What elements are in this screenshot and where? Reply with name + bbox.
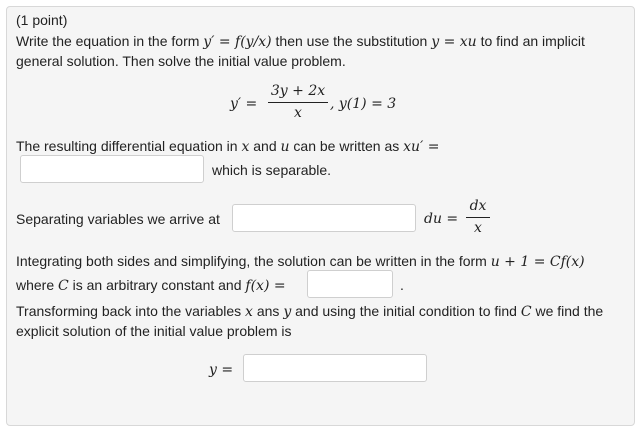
resulting-line: The resulting differential equation in x… [16, 137, 439, 156]
resulting-text: The resulting differential equation in [16, 138, 238, 154]
integrating-text: Integrating both sides and simplifying, … [16, 253, 487, 269]
instruction-part-b: then use the substitution [275, 33, 428, 49]
instruction-part-c: to find an implicit [480, 33, 585, 49]
resulting-equation-input[interactable] [20, 155, 204, 183]
y-label: y = [209, 362, 234, 378]
dx-fraction: dx x [466, 198, 490, 236]
where-b: is an arbitrary constant and [72, 277, 242, 293]
dx-numerator: dx [469, 198, 487, 214]
where-a: where [16, 277, 55, 293]
separating-input[interactable] [232, 204, 416, 232]
resulting-tail: can be written as [293, 138, 400, 154]
instruction-form-expr: y′ = f(y/x) [203, 34, 272, 50]
final-y-input[interactable] [243, 354, 427, 382]
equation-lhs: y′ = [230, 96, 258, 112]
dx-fraction-bar [466, 217, 490, 218]
instruction-part-a: Write the equation in the form [16, 33, 200, 49]
where-line: where C is an arbitrary constant and f(x… [16, 276, 286, 295]
period: . [400, 277, 404, 293]
fraction-bar [268, 102, 328, 103]
where-fx: f(x) = [245, 278, 286, 294]
equation-fraction: 3y + 2x x [268, 83, 328, 121]
instruction-substitution-expr: y = xu [431, 34, 477, 50]
transform-c: we find the [535, 303, 604, 319]
instruction-line-1: Write the equation in the form y′ = f(y/… [16, 32, 585, 51]
transform-y: y [283, 304, 292, 320]
transform-b: and using the initial condition to find [295, 303, 517, 319]
transform-ans: ans [256, 303, 280, 319]
instruction-line-2: general solution. Then solve the initial… [16, 53, 346, 69]
resulting-and: and [253, 138, 277, 154]
where-C: C [58, 278, 69, 294]
points-label: (1 point) [16, 12, 68, 28]
transform-x: x [245, 304, 253, 320]
equation-numerator: 3y + 2x [270, 83, 326, 99]
transform-C: C [520, 304, 532, 320]
transform-a: Transforming back into the variables [16, 303, 242, 319]
integrating-line: Integrating both sides and simplifying, … [16, 252, 585, 271]
equation-denominator: x [294, 105, 302, 121]
fx-input[interactable] [307, 270, 393, 298]
initial-condition: , y(1) = 3 [330, 96, 397, 112]
resulting-expr: xu′ = [403, 139, 440, 155]
integrating-expr: u + 1 = Cf(x) [490, 254, 585, 270]
du-label: du = [424, 211, 459, 227]
dx-denominator: x [474, 220, 482, 236]
separating-text: Separating variables we arrive at [16, 211, 220, 227]
resulting-var-u: u [280, 139, 290, 155]
transform-line: Transforming back into the variables x a… [16, 302, 603, 321]
separable-text: which is separable. [212, 162, 332, 178]
resulting-var-x: x [241, 139, 250, 155]
explicit-text: explicit solution of the initial value p… [16, 323, 292, 339]
